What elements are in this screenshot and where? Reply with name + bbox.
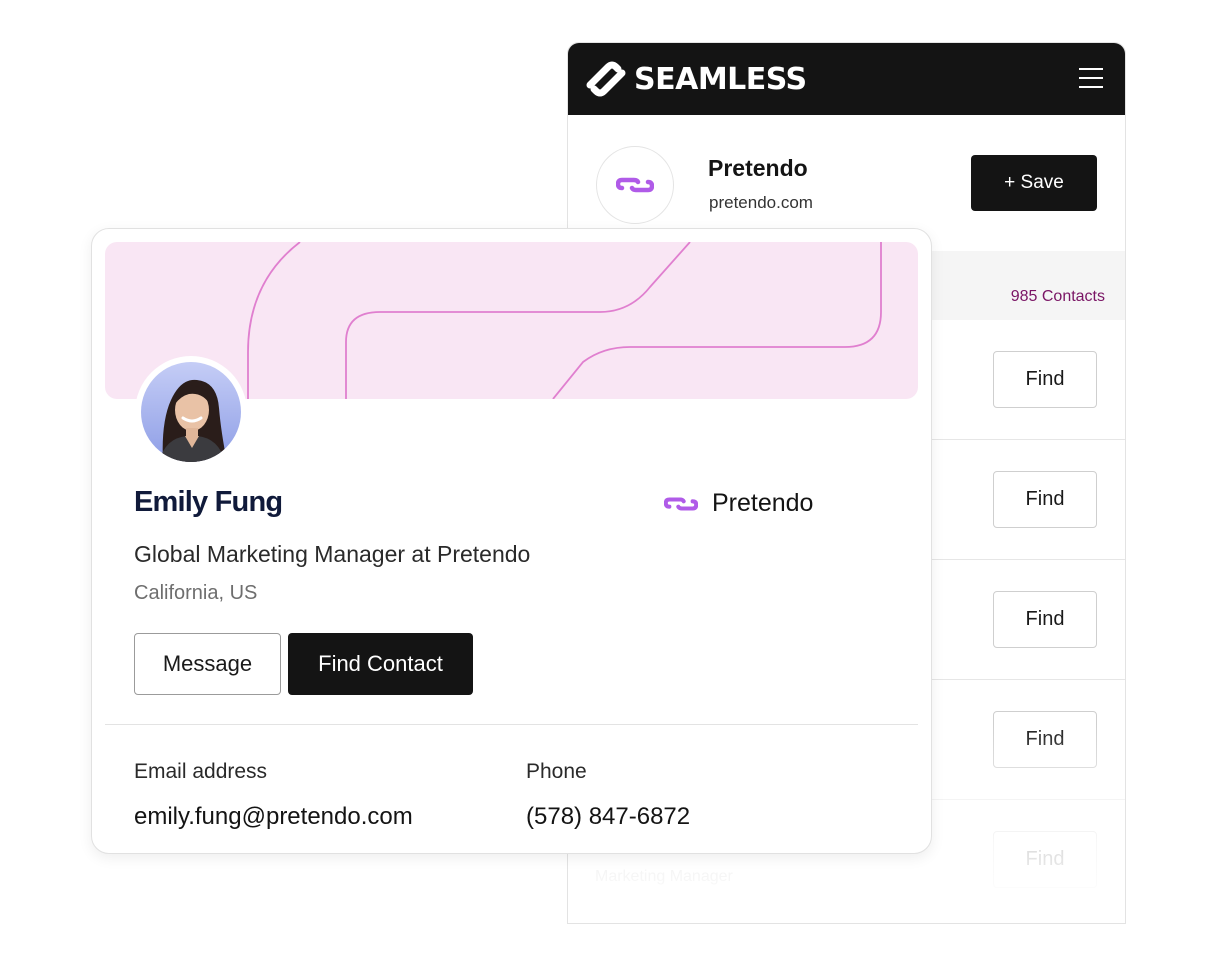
avatar bbox=[135, 356, 247, 468]
divider bbox=[105, 724, 918, 725]
person-company-name: Pretendo bbox=[712, 489, 814, 517]
phone-label: Phone bbox=[526, 760, 587, 783]
seamless-logo-icon bbox=[586, 61, 626, 97]
brand: SEAMLESS bbox=[586, 61, 807, 97]
brand-name: SEAMLESS bbox=[634, 61, 807, 97]
email-value[interactable]: emily.fung@pretendo.com bbox=[134, 803, 413, 831]
extension-header: SEAMLESS bbox=[568, 43, 1125, 115]
save-button[interactable]: + Save bbox=[971, 155, 1097, 211]
message-button[interactable]: Message bbox=[134, 633, 281, 695]
find-contact-button[interactable]: Find Contact bbox=[288, 633, 473, 695]
pretendo-logo-icon bbox=[664, 497, 698, 510]
company-name: Pretendo bbox=[708, 155, 808, 181]
email-label: Email address bbox=[134, 760, 268, 783]
find-button[interactable]: Find bbox=[993, 471, 1097, 528]
avatar-photo bbox=[141, 362, 241, 462]
profile-card: Emily Fung Pretendo Global Marketing Man… bbox=[91, 228, 932, 854]
find-button[interactable]: Find bbox=[993, 831, 1097, 888]
find-button[interactable]: Find bbox=[993, 351, 1097, 408]
phone-value[interactable]: (578) 847-6872 bbox=[526, 803, 690, 831]
pretendo-logo-icon bbox=[616, 177, 654, 193]
person-location: California, US bbox=[134, 582, 258, 604]
contact-title: Marketing Manager bbox=[595, 868, 733, 885]
find-button[interactable]: Find bbox=[993, 591, 1097, 648]
company-logo bbox=[596, 146, 674, 224]
contacts-count: 985 Contacts bbox=[1010, 288, 1105, 305]
menu-icon[interactable] bbox=[1079, 68, 1103, 88]
person-company[interactable]: Pretendo bbox=[664, 489, 813, 518]
person-name: Emily Fung bbox=[134, 486, 283, 518]
person-title: Global Marketing Manager at Pretendo bbox=[134, 541, 531, 567]
find-button[interactable]: Find bbox=[993, 711, 1097, 768]
company-domain: pretendo.com bbox=[709, 193, 813, 212]
